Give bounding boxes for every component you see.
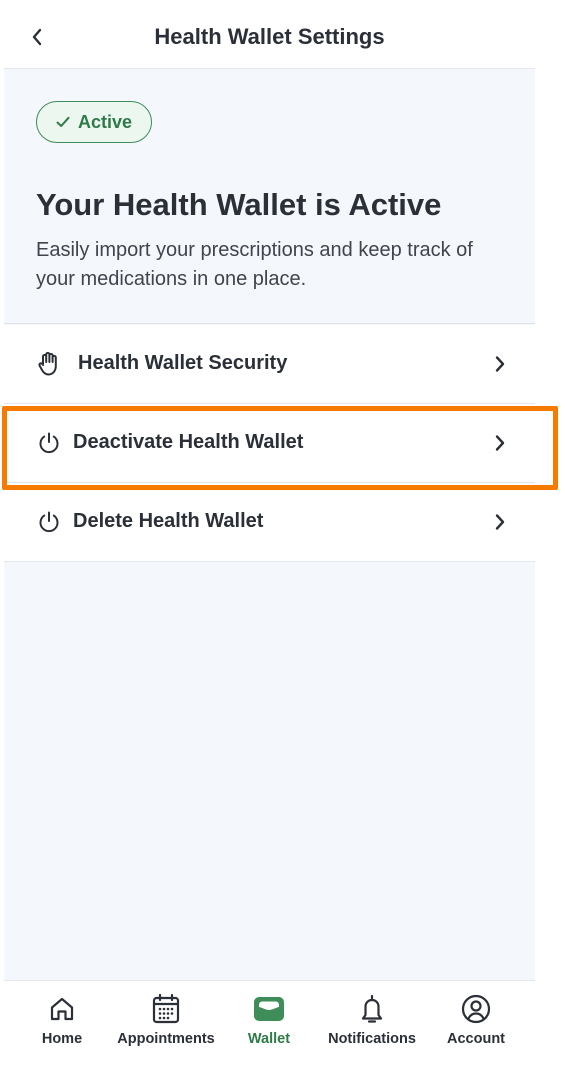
power-icon — [36, 509, 62, 535]
tab-label: Account — [447, 1031, 505, 1047]
tab-account[interactable]: Account — [424, 993, 528, 1059]
bottom-tab-bar: Home Appointments Wallet Notifications A… — [4, 980, 535, 1066]
screen: Health Wallet Settings Active Your Healt… — [4, 0, 535, 1066]
status-description: Easily import your prescriptions and kee… — [36, 239, 473, 290]
menu-item-delete[interactable]: Delete Health Wallet — [4, 483, 535, 562]
account-icon — [460, 993, 492, 1025]
wallet-icon — [253, 993, 285, 1025]
chevron-right-icon — [489, 431, 511, 455]
menu-item-security[interactable]: Health Wallet Security — [4, 325, 535, 404]
tab-label: Notifications — [328, 1031, 416, 1047]
tab-label: Appointments — [117, 1031, 215, 1047]
page-title: Health Wallet Settings — [154, 24, 385, 49]
menu-item-label: Deactivate Health Wallet — [73, 431, 304, 453]
check-icon — [56, 116, 70, 127]
menu-item-label: Delete Health Wallet — [73, 510, 264, 532]
chevron-right-icon — [489, 510, 511, 534]
status-badge-label: Active — [77, 111, 133, 132]
status-heading: Your Health Wallet is Active — [36, 187, 442, 222]
tab-notifications[interactable]: Notifications — [320, 993, 424, 1059]
power-icon — [36, 430, 62, 456]
tab-wallet[interactable]: Wallet — [217, 993, 321, 1059]
home-icon — [48, 993, 76, 1025]
tab-label: Wallet — [247, 1031, 291, 1047]
settings-menu: Health Wallet Security Deactivate Health… — [4, 325, 535, 562]
menu-item-label: Health Wallet Security — [78, 352, 288, 374]
chevron-right-icon — [489, 352, 511, 376]
tab-appointments[interactable]: Appointments — [114, 993, 218, 1059]
bell-icon — [358, 993, 386, 1025]
status-panel: Active Your Health Wallet is Active Easi… — [4, 70, 535, 324]
hand-icon — [36, 351, 62, 377]
calendar-icon — [151, 993, 181, 1025]
top-app-bar: Health Wallet Settings — [4, 0, 535, 69]
tab-label: Home — [41, 1031, 83, 1047]
tab-home[interactable]: Home — [10, 993, 114, 1059]
menu-item-deactivate[interactable]: Deactivate Health Wallet — [4, 404, 535, 483]
status-badge: Active — [36, 101, 152, 143]
